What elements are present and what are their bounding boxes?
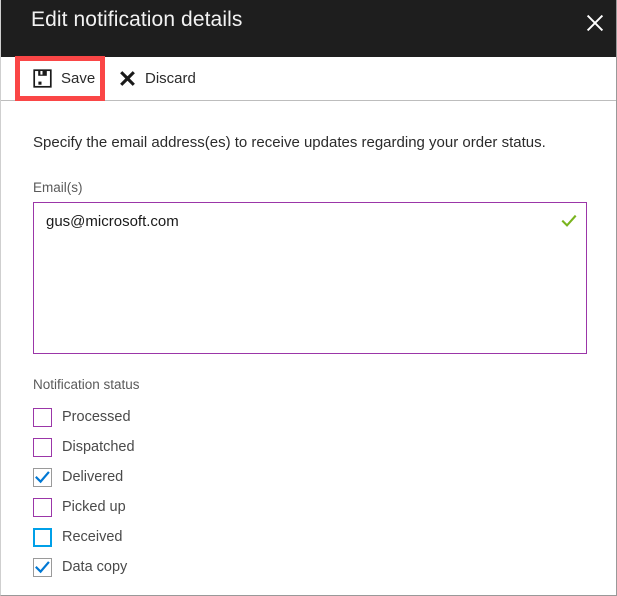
checkbox-row-delivered[interactable]: Delivered xyxy=(33,462,333,492)
save-button[interactable]: Save xyxy=(23,57,105,100)
discard-button-label: Discard xyxy=(145,70,196,87)
checkbox-processed[interactable] xyxy=(33,407,52,427)
email-input[interactable]: gus@microsoft.com xyxy=(33,202,587,354)
email-input-value: gus@microsoft.com xyxy=(46,213,179,230)
checkbox-label-data-copy: Data copy xyxy=(62,559,128,575)
green-checkmark-icon xyxy=(561,213,577,229)
checkbox-row-picked-up[interactable]: Picked up xyxy=(33,492,333,522)
discard-button[interactable]: Discard xyxy=(109,57,206,100)
notification-status-label: Notification status xyxy=(33,377,140,392)
close-button[interactable] xyxy=(572,0,616,46)
save-floppy-disk-icon xyxy=(33,69,52,88)
email-field-label: Email(s) xyxy=(33,180,83,195)
checkbox-row-dispatched[interactable]: Dispatched xyxy=(33,432,333,462)
edit-notification-details-panel: Edit notification details Save Discard S… xyxy=(0,0,617,596)
panel-header: Edit notification details xyxy=(1,0,616,57)
instruction-text: Specify the email address(es) to receive… xyxy=(33,134,546,151)
checkbox-label-received: Received xyxy=(62,529,123,545)
checkbox-data-copy[interactable] xyxy=(33,557,52,577)
checkbox-row-processed[interactable]: Processed xyxy=(33,402,333,432)
page-title: Edit notification details xyxy=(31,8,243,31)
checkbox-label-picked-up: Picked up xyxy=(62,499,126,515)
checkmark-icon xyxy=(35,560,50,575)
checkbox-label-processed: Processed xyxy=(62,409,131,425)
checkbox-delivered[interactable] xyxy=(33,467,52,487)
close-icon xyxy=(586,14,604,32)
checkbox-received[interactable] xyxy=(33,527,52,547)
cross-icon xyxy=(119,70,136,87)
checkbox-row-received[interactable]: Received xyxy=(33,522,333,552)
checkbox-label-dispatched: Dispatched xyxy=(62,439,135,455)
checkmark-icon xyxy=(35,470,50,485)
checkbox-dispatched[interactable] xyxy=(33,437,52,457)
checkbox-label-delivered: Delivered xyxy=(62,469,124,485)
notification-status-checkbox-list: Processed Dispatched Delivered Picked up… xyxy=(33,402,333,582)
panel-body: Specify the email address(es) to receive… xyxy=(1,101,616,595)
checkbox-row-data-copy[interactable]: Data copy xyxy=(33,552,333,582)
checkbox-picked-up[interactable] xyxy=(33,497,52,517)
save-button-label: Save xyxy=(61,70,96,87)
